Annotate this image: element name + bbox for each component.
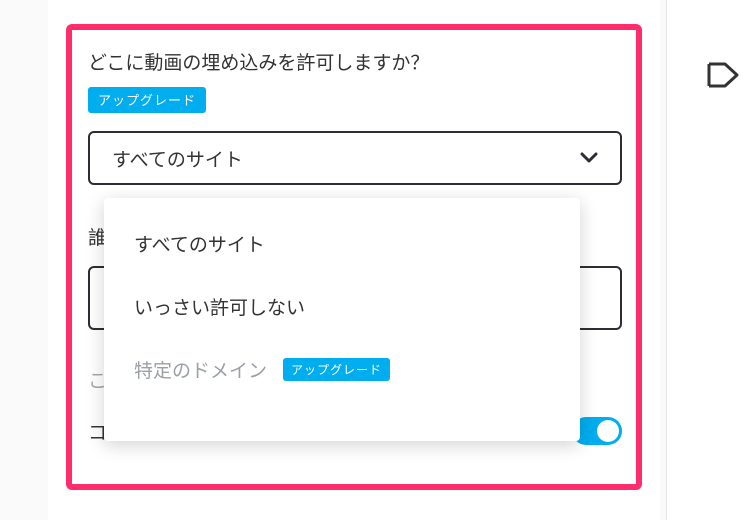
dropdown-option-all-sites[interactable]: すべてのサイト <box>104 212 580 275</box>
embed-sites-select-value: すべてのサイト <box>112 145 243 172</box>
embed-sites-select[interactable]: すべてのサイト <box>88 131 622 185</box>
embed-permission-title: どこに動画の埋め込みを許可しますか？ <box>88 48 622 75</box>
embed-sites-dropdown: すべてのサイト いっさい許可しない 特定のドメイン アップグレード <box>104 198 580 441</box>
upgrade-badge[interactable]: アップグレード <box>88 87 206 113</box>
dropdown-option-label: いっさい許可しない <box>134 293 305 320</box>
dropdown-option-specific-domain: 特定のドメイン アップグレード <box>104 338 580 401</box>
dropdown-option-label: 特定のドメイン <box>134 356 267 383</box>
dropdown-option-none[interactable]: いっさい許可しない <box>104 275 580 338</box>
toggle-knob <box>597 420 619 442</box>
play-icon-fragment <box>707 62 741 88</box>
chevron-down-icon <box>580 152 598 164</box>
right-panel-peek <box>666 0 750 520</box>
upgrade-badge-inline[interactable]: アップグレード <box>283 358 390 381</box>
dropdown-option-label: すべてのサイト <box>134 230 265 257</box>
